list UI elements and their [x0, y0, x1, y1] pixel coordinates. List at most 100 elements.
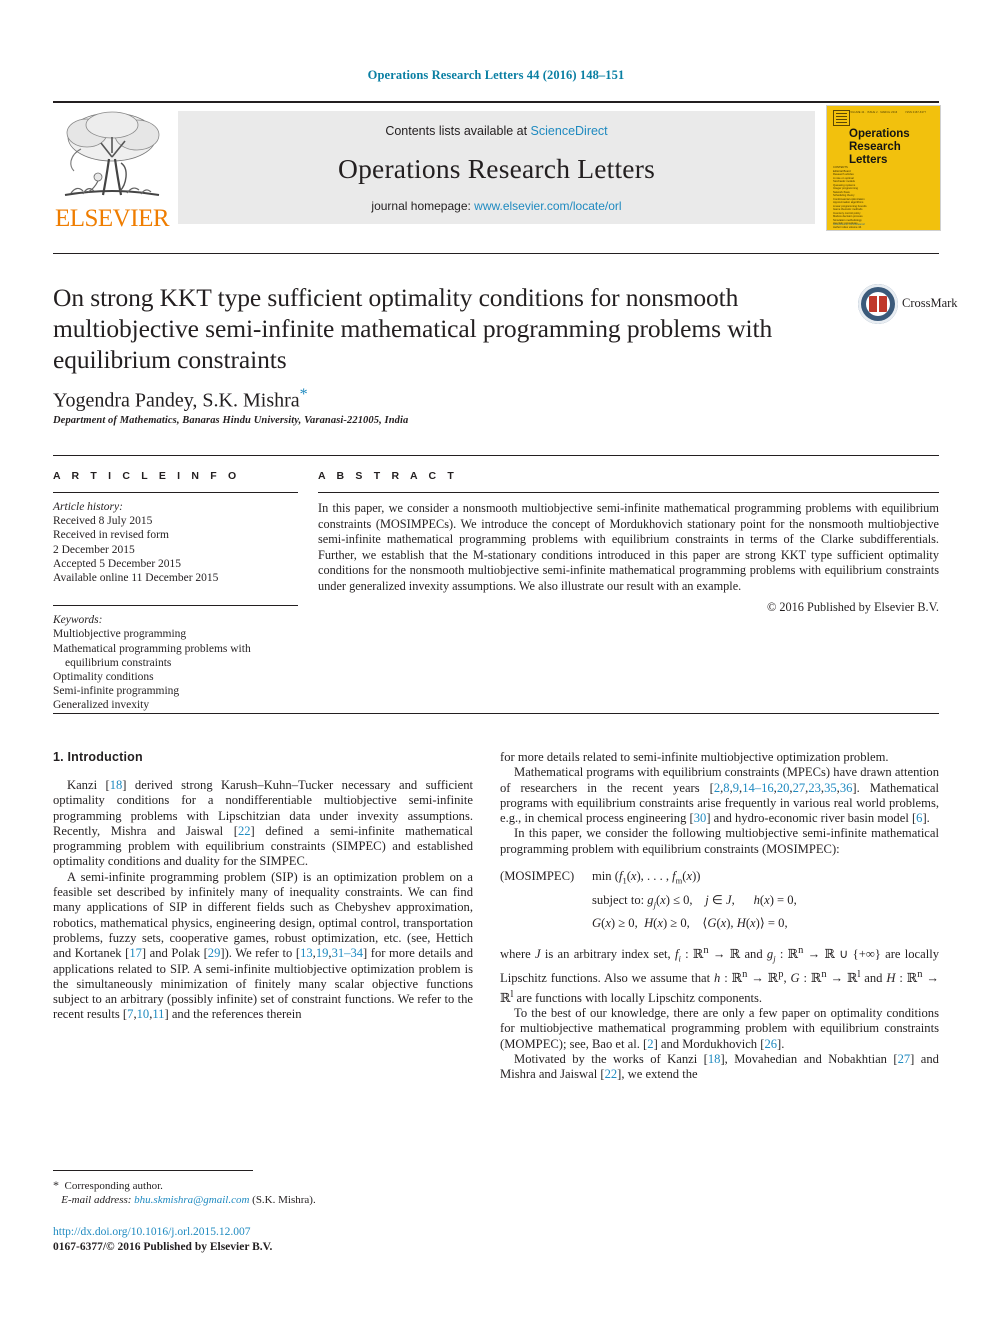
citation-link[interactable]: 18	[110, 778, 123, 792]
citation-link[interactable]: 2	[647, 1037, 653, 1051]
citation-link[interactable]: 10	[137, 1007, 150, 1021]
citation-link[interactable]: 22	[238, 824, 251, 838]
keyword-item: Multiobjective programming	[53, 628, 187, 641]
cover-footer-microtext: www.elsevier.com/locate/orl	[833, 223, 865, 226]
paragraph: To the best of our knowledge, there are …	[500, 1006, 939, 1051]
citation-link[interactable]: 7	[127, 1007, 133, 1021]
history-item: Received 8 July 2015	[53, 515, 153, 528]
citation-link[interactable]: 18	[708, 1052, 721, 1066]
abstract-text: In this paper, we consider a nonsmooth m…	[318, 501, 939, 593]
footnote-star: *	[53, 1178, 59, 1192]
journal-homepage-line: journal homepage: www.elsevier.com/locat…	[178, 199, 815, 213]
paragraph: where J is an arbitrary index set, fi : …	[500, 945, 940, 1005]
cover-contents-microtext: CONTENTS Editorial Board Research articles…	[833, 166, 867, 229]
cover-title-line3: Letters	[849, 154, 888, 166]
journal-title: Operations Research Letters	[338, 153, 655, 184]
journal-masthead: ELSEVIER Contents lists available at Sci…	[53, 101, 939, 234]
keyword-item: Mathematical programming problems with	[53, 642, 251, 655]
formula-line: subject to: gj(x) ≤ 0, j ∈ J, h(x) = 0,	[592, 892, 797, 910]
citation-link[interactable]: 14–16	[742, 781, 773, 795]
title-divider	[53, 253, 939, 254]
citation-link[interactable]: 11	[152, 1007, 164, 1021]
citation-link[interactable]: 35	[824, 781, 837, 795]
paragraph: Kanzi [18] derived strong Karush–Kuhn–Tu…	[53, 778, 473, 869]
article-history: Article history: Received 8 July 2015 Re…	[53, 500, 298, 585]
crossmark-circle-icon	[858, 284, 898, 324]
homepage-prefix: journal homepage:	[371, 199, 475, 213]
email-link[interactable]: bhu.skmishra@gmail.com	[134, 1194, 249, 1206]
sciencedirect-link[interactable]: ScienceDirect	[531, 124, 608, 138]
citation-link[interactable]: 20	[777, 781, 790, 795]
citation-link[interactable]: 9	[733, 781, 739, 795]
masthead-banner: Contents lists available at ScienceDirec…	[178, 111, 815, 224]
history-item: Available online 11 December 2015	[53, 572, 219, 585]
journal-cover-thumbnail[interactable]: VOLUME 44 · ISSUE 2 · MARCH 2016 ISSN 01…	[826, 105, 941, 231]
cover-title-line1: Operations	[849, 128, 910, 140]
citation-link[interactable]: 27	[898, 1052, 911, 1066]
section-heading-introduction: 1. Introduction	[53, 750, 143, 764]
keyword-item: Semi-infinite programming	[53, 685, 180, 698]
article-info-heading: A R T I C L E I N F O	[53, 470, 241, 482]
history-item: Accepted 5 December 2015	[53, 557, 182, 570]
history-item: Received in revised form	[53, 529, 169, 542]
abstract-copyright: © 2016 Published by Elsevier B.V.	[766, 599, 939, 614]
article-info-divider	[53, 492, 298, 493]
cover-logo-icon	[833, 110, 850, 126]
elsevier-logo: ELSEVIER	[53, 107, 171, 234]
keyword-item: Optimality conditions	[53, 671, 154, 684]
elsevier-tree-logo-icon	[64, 111, 160, 196]
journal-homepage-link[interactable]: www.elsevier.com/locate/orl	[474, 199, 621, 213]
paper-page: Operations Research Letters 44 (2016) 14…	[0, 0, 992, 1323]
citation-link[interactable]: 29	[208, 946, 221, 960]
footnote-block: * Corresponding author. E-mail address: …	[53, 1178, 483, 1207]
cover-masthead-microtext: VOLUME 44 · ISSUE 2 · MARCH 2016 ISSN 01…	[849, 111, 927, 114]
history-item: 2 December 2015	[53, 543, 135, 556]
contents-prefix: Contents lists available at	[385, 124, 531, 138]
citation-link[interactable]: 22	[605, 1067, 618, 1081]
citation-link[interactable]: 19	[316, 946, 329, 960]
citation-link[interactable]: 36	[840, 781, 853, 795]
author-list: Yogendra Pandey, S.K. Mishra*	[53, 386, 753, 413]
cover-title: Operations Research Letters	[849, 128, 935, 167]
footer-doi-block: http://dx.doi.org/10.1016/j.orl.2015.12.…	[53, 1225, 483, 1254]
footnote-divider	[53, 1170, 253, 1171]
body-column-left: 1. Introduction Kanzi [18] derived stron…	[53, 750, 473, 1023]
abstract-column: A B S T R A C T In this paper, we consid…	[318, 470, 939, 615]
crossmark-label: CrossMark	[902, 296, 958, 310]
citation-link[interactable]: 31–34	[332, 946, 363, 960]
citation-link[interactable]: 17	[129, 946, 142, 960]
infoblock-bottom-divider	[53, 713, 939, 714]
paragraph: for more details related to semi-infinit…	[500, 750, 889, 764]
keyword-item: equilibrium constraints	[65, 656, 172, 669]
citation-link[interactable]: 26	[764, 1037, 777, 1051]
corresponding-author-marker[interactable]: *	[300, 386, 308, 403]
mosimpec-formulation: (MOSIMPEC) min (f1(x), . . . , fm(x)) sub…	[500, 867, 939, 933]
keywords-block: Keywords: Multiobjective programming Mat…	[53, 613, 298, 712]
crossmark-badge[interactable]: CrossMark	[858, 284, 958, 330]
citation-link[interactable]: 27	[793, 781, 806, 795]
citation-link[interactable]: 30	[694, 811, 707, 825]
abstract-divider	[318, 492, 939, 493]
formula-line: G(x) ≥ 0, H(x) ≥ 0, ⟨G(x), H(x)⟩ = 0,	[592, 916, 788, 931]
citation-link[interactable]: 13	[300, 946, 313, 960]
crossmark-book-icon	[869, 296, 887, 312]
abstract-heading: A B S T R A C T	[318, 470, 458, 482]
citation-link[interactable]: 23	[808, 781, 821, 795]
body-column-right: for more details related to semi-infinit…	[500, 750, 939, 1083]
doi-link[interactable]: http://dx.doi.org/10.1016/j.orl.2015.12.…	[53, 1226, 251, 1238]
citation-link[interactable]: 8	[723, 781, 729, 795]
paragraph: In this paper, we consider the following…	[500, 826, 939, 856]
running-head: Operations Research Letters 44 (2016) 14…	[367, 68, 625, 82]
affiliation: Department of Mathematics, Banaras Hindu…	[53, 415, 409, 426]
email-owner: (S.K. Mishra).	[252, 1194, 316, 1206]
elsevier-wordmark: ELSEVIER	[54, 205, 170, 232]
paragraph: A semi-infinite programming problem (SIP…	[53, 869, 474, 1022]
formula-line: (MOSIMPEC) min (f1(x), . . . , fm(x))	[500, 869, 701, 886]
issn-copyright: 0167-6377/© 2016 Published by Elsevier B…	[53, 1240, 273, 1253]
page-title: On strong KKT type sufficient optimality…	[53, 283, 773, 374]
paragraph: Motivated by the works of Kanzi [18], Mo…	[500, 1051, 939, 1082]
paragraph: Mathematical programs with equilibrium c…	[500, 765, 939, 826]
citation-link[interactable]: 6	[916, 811, 922, 825]
contents-available-line: Contents lists available at ScienceDirec…	[178, 124, 815, 138]
citation-link[interactable]: 2	[714, 781, 720, 795]
